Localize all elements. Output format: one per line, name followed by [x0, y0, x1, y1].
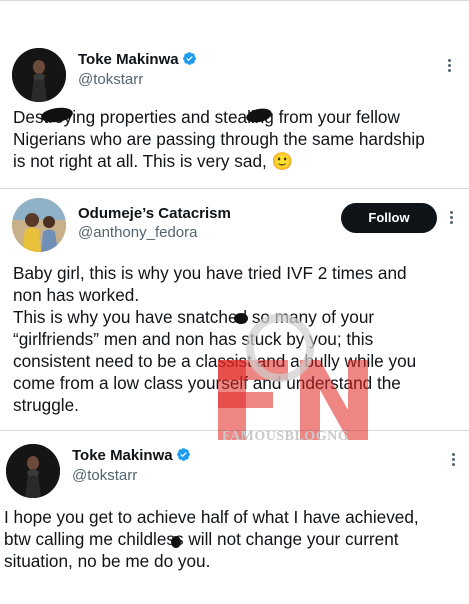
display-name[interactable]: Toke Makinwa [78, 51, 197, 68]
tweet-line: non has worked. [13, 285, 140, 305]
verified-badge-icon [176, 448, 190, 461]
tweet-line: struggle. [13, 395, 79, 415]
tweet-text: I hope you get to achieve half of what I… [4, 506, 419, 572]
tweet-line: Nigerians who are passing through the sa… [13, 129, 425, 149]
user-handle[interactable]: @tokstarr [72, 467, 137, 484]
more-options-icon[interactable] [452, 453, 456, 468]
more-options-icon[interactable] [448, 59, 452, 74]
tweet-text: Destroying properties and stealing from … [13, 106, 425, 173]
tweet-line: come from a low class yourself and under… [13, 373, 401, 393]
user-handle[interactable]: @anthony_fedora [78, 224, 197, 241]
tweet-line: situation, no be me do you. [4, 551, 211, 571]
follow-button[interactable]: Follow [341, 203, 437, 233]
watermark-text: FAMOUSBLOGNG [222, 429, 350, 444]
tweet-line: btw calling me childless will not change… [4, 529, 399, 549]
redaction-mark [234, 313, 248, 324]
tweet-line: is not right at all. This is very sad, 🙂 [13, 151, 293, 172]
tweet-line: consistent need to be a classist and a b… [13, 351, 417, 371]
tweet-line: I hope you get to achieve half of what I… [4, 507, 419, 527]
verified-badge-icon [182, 52, 196, 65]
avatar[interactable] [12, 48, 66, 102]
tweet-card-1[interactable]: Toke Makinwa @tokstarr Destroying proper… [0, 0, 469, 188]
more-options-icon[interactable] [450, 211, 454, 226]
tweet-text: Baby girl, this is why you have tried IV… [13, 262, 416, 416]
display-name[interactable]: Toke Makinwa [72, 447, 191, 464]
tweet-line: This is why you have snatched so many of… [13, 307, 375, 327]
slightly-smiling-emoji-icon: 🙂 [271, 152, 293, 172]
display-name[interactable]: Odumeje’s Catacrism [78, 205, 231, 222]
tweet-card-2[interactable]: Odumeje’s Catacrism @anthony_fedora Foll… [0, 188, 469, 430]
tweet-line: “girlfriends” men and non has stuck by y… [13, 329, 374, 349]
tweet-line: Baby girl, this is why you have tried IV… [13, 263, 407, 283]
avatar[interactable] [12, 198, 66, 252]
tweet-line: Destroying properties and stealing from … [13, 107, 400, 127]
avatar[interactable] [6, 444, 60, 498]
redaction-mark [171, 536, 181, 548]
user-handle[interactable]: @tokstarr [78, 71, 143, 88]
tweet-card-3[interactable]: Toke Makinwa @tokstarr I hope you get to… [0, 430, 469, 604]
